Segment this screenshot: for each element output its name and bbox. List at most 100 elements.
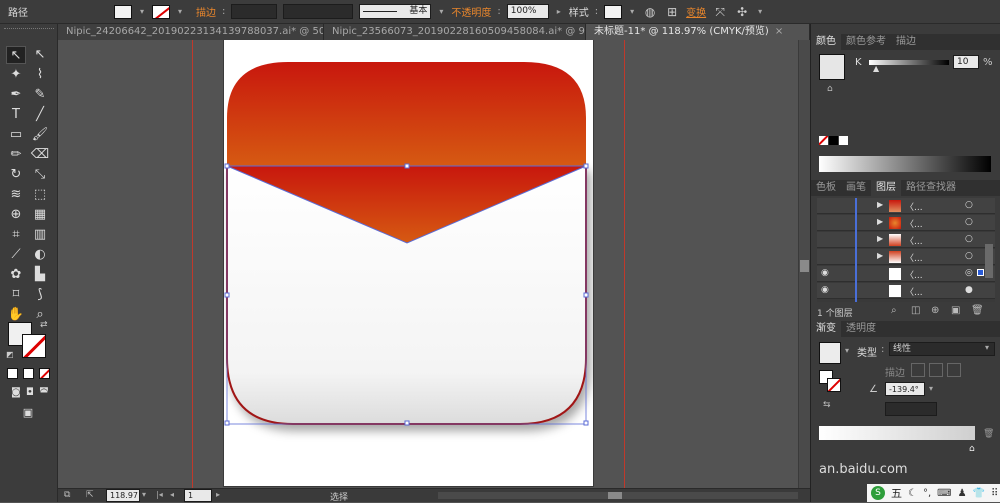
handle-bottom-left[interactable] <box>224 420 230 426</box>
layer-name[interactable]: 〈... <box>905 285 923 298</box>
tab-transparency[interactable]: 透明度 <box>841 321 881 337</box>
handle-bottom-mid[interactable] <box>404 420 410 426</box>
eraser-icon[interactable]: ⌫ <box>30 146 50 164</box>
layer-name[interactable]: 〈... <box>905 200 923 213</box>
first-artboard-icon[interactable]: |◂ <box>156 490 163 499</box>
zoom-dropdown-icon[interactable]: ▾ <box>142 490 146 499</box>
draw-inside-icon[interactable]: ◚ <box>34 384 54 402</box>
warp-tool-icon[interactable]: ≋ <box>6 186 26 204</box>
tab-gradient[interactable]: 渐变 <box>811 321 841 337</box>
expand-arrow-icon[interactable]: ▶ <box>877 251 883 260</box>
layer-name[interactable]: 〈... <box>905 268 923 281</box>
ime-mode-label[interactable]: 五 <box>891 485 902 501</box>
stroke-gradient-along-icon[interactable] <box>929 363 943 377</box>
layer-name[interactable]: 〈... <box>905 234 923 247</box>
black-swatch[interactable] <box>829 136 838 145</box>
shape-builder-icon[interactable]: ⊕ <box>6 206 26 224</box>
handle-top-right[interactable] <box>583 163 589 169</box>
target-icon[interactable]: ○ <box>965 234 973 244</box>
artboard-tool-icon[interactable]: ⌑ <box>6 286 26 304</box>
layer-row[interactable]: ▶ 〈... ○ <box>817 215 995 231</box>
direct-selection-tool-icon[interactable]: ↖ <box>30 46 50 64</box>
panel-menu-icon[interactable]: ▾ <box>756 5 764 19</box>
type-tool-icon[interactable]: T <box>6 106 26 124</box>
stroke-style-dropdown-icon[interactable]: ▾ <box>437 5 445 19</box>
export-icon[interactable]: ⇱ <box>86 490 94 500</box>
horizontal-scrollbar[interactable] <box>438 492 798 499</box>
stroke-dropdown-icon[interactable]: ▾ <box>176 5 184 19</box>
target-icon[interactable]: ◎ <box>965 268 973 278</box>
stroke-gradient-within-icon[interactable] <box>911 363 925 377</box>
gradient-stop-icon[interactable]: ⌂ <box>969 444 975 454</box>
scale-tool-icon[interactable]: ⤡ <box>30 166 50 184</box>
scroll-thumb[interactable] <box>800 260 809 272</box>
eyedropper-icon[interactable]: ⟋ <box>6 246 26 264</box>
moon-icon[interactable]: ☾ <box>908 488 917 499</box>
tab-brushes[interactable]: 画笔 <box>841 180 871 196</box>
k-slider-track[interactable] <box>869 60 949 65</box>
target-icon[interactable]: ○ <box>965 251 973 261</box>
screen-mode-icon[interactable]: ▣ <box>18 404 38 422</box>
visibility-eye-icon[interactable]: ◉ <box>821 285 829 295</box>
tab-stroke[interactable]: 描边 <box>891 34 921 50</box>
default-colors-icon[interactable]: ◩ <box>6 350 14 359</box>
selected-indicator[interactable] <box>977 269 984 276</box>
stroke-color-box[interactable] <box>22 334 46 358</box>
expand-arrow-icon[interactable]: ▶ <box>877 234 883 243</box>
delete-stop-icon[interactable]: 🗑 <box>983 429 994 439</box>
style-dropdown-icon[interactable]: ▾ <box>628 5 636 19</box>
rectangle-tool-icon[interactable]: ▭ <box>6 126 26 144</box>
white-swatch[interactable] <box>839 136 848 145</box>
layer-row[interactable]: ◉ 〈... ● <box>817 283 995 299</box>
layer-name[interactable]: 〈... <box>905 217 923 230</box>
color-spectrum[interactable] <box>819 156 991 172</box>
tab-swatches[interactable]: 色板 <box>811 180 841 196</box>
ime-logo-icon[interactable]: S <box>871 486 885 500</box>
gradient-preview-dropdown-icon[interactable]: ▾ <box>845 346 849 355</box>
recolor-icon[interactable]: ◍ <box>642 4 658 20</box>
blend-tool-icon[interactable]: ◐ <box>30 246 50 264</box>
transform-icon[interactable]: ⤧ <box>712 4 728 20</box>
user-icon[interactable]: ♟ <box>958 488 967 499</box>
slice-tool-icon[interactable]: ⟆ <box>30 286 50 304</box>
layers-scroll-thumb[interactable] <box>985 244 993 278</box>
opacity-label[interactable]: 不透明度 <box>451 4 491 19</box>
selection-tool-icon[interactable]: ↖ <box>6 46 26 64</box>
icon-artwork[interactable] <box>224 40 593 486</box>
gradient-angle-field[interactable]: -139.4° <box>885 382 925 396</box>
opacity-arrow-icon[interactable]: ▸ <box>555 5 563 19</box>
handle-right[interactable] <box>583 292 589 298</box>
tab-document-1[interactable]: Nipic_24206642_20190223134139788037.ai* … <box>58 24 324 40</box>
gradient-mode-icon[interactable] <box>23 368 34 379</box>
transform-link[interactable]: 变换 <box>686 4 706 19</box>
artboard-number-field[interactable]: 1 <box>184 489 212 502</box>
stroke-style-field[interactable]: 基本 <box>359 4 432 19</box>
fill-swatch[interactable] <box>114 4 132 19</box>
curvature-tool-icon[interactable]: ✎ <box>30 86 50 104</box>
lasso-icon[interactable]: ⌇ <box>30 66 50 84</box>
stroke-swatch[interactable] <box>152 4 170 19</box>
color-fill-preview[interactable] <box>819 54 845 80</box>
expand-arrow-icon[interactable]: ▶ <box>877 217 883 226</box>
handle-bottom-right[interactable] <box>583 420 589 426</box>
target-icon[interactable]: ○ <box>965 200 973 210</box>
stroke-weight-field[interactable] <box>231 4 278 19</box>
horizontal-scroll-thumb[interactable] <box>608 492 622 499</box>
next-artboard-icon[interactable]: ▸ <box>216 490 220 499</box>
canvas-area[interactable] <box>58 40 798 488</box>
expand-arrow-icon[interactable]: ▶ <box>877 200 883 209</box>
gradient-aspect-field[interactable] <box>885 402 937 416</box>
tools-grip[interactable] <box>4 28 54 30</box>
skin-icon[interactable]: 👕 <box>973 488 985 499</box>
layer-row[interactable]: ▶ 〈... ○ <box>817 249 995 265</box>
visibility-eye-icon[interactable]: ◉ <box>821 268 829 278</box>
artboard-nav-icon[interactable]: ⧉ <box>64 490 70 500</box>
color-mode-icon[interactable] <box>7 368 18 379</box>
isolate-icon[interactable]: ✣ <box>734 4 750 20</box>
style-swatch[interactable] <box>604 4 623 19</box>
mesh-tool-icon[interactable]: ⌗ <box>6 226 26 244</box>
gradient-slider[interactable] <box>819 426 975 440</box>
tab-color-guide[interactable]: 颜色参考 <box>841 34 891 50</box>
swap-fill-stroke-icon[interactable]: ⇄ <box>40 320 48 330</box>
free-transform-icon[interactable]: ⬚ <box>30 186 50 204</box>
